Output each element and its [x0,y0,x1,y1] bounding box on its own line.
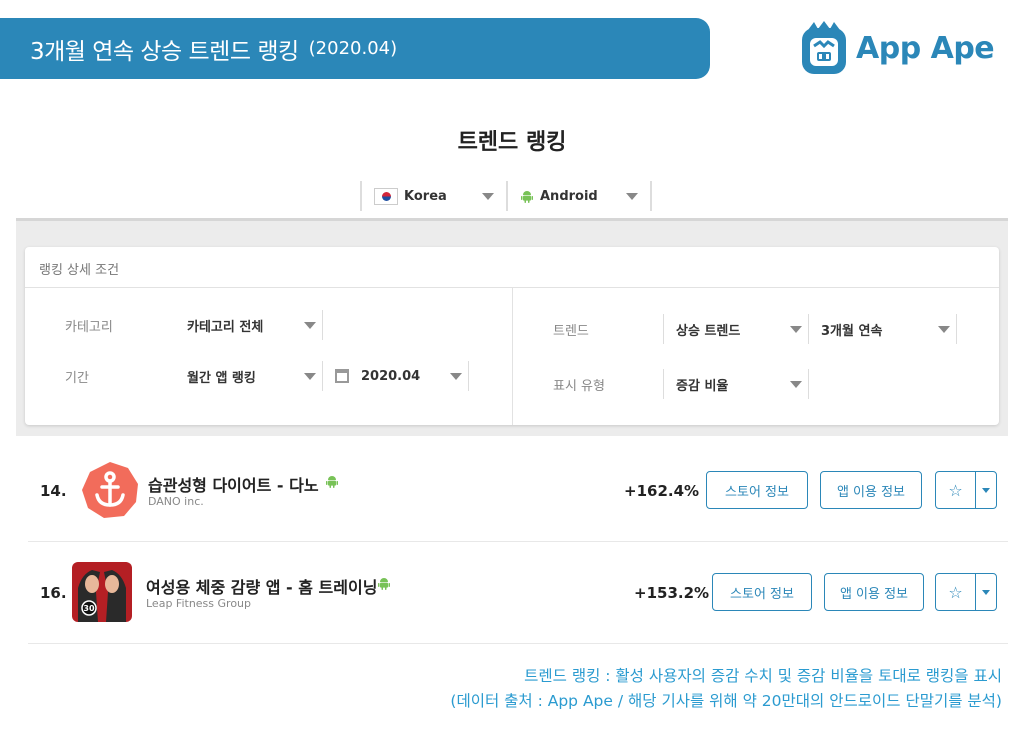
date-select[interactable]: 2020.04 [323,361,469,391]
filter-panel-title: 랭킹 상세 조건 [25,247,999,288]
dano-app-icon[interactable] [80,460,140,520]
period-select[interactable]: 월간 앱 랭킹 [175,361,323,391]
store-info-button[interactable]: 스토어 정보 [712,573,812,611]
chevron-down-icon [982,589,990,595]
star-icon[interactable]: ☆ [936,472,976,508]
android-icon [521,191,533,203]
favorite-button[interactable]: ☆ [935,573,997,611]
ranking-row: 14. 습관성형 다이어트 - 다노 DANO inc. +162.4% 스토어… [28,440,1008,542]
category-select-value: 카테고리 전체 [187,319,264,335]
app-usage-info-button[interactable]: 앱 이용 정보 [820,471,922,509]
star-icon[interactable]: ☆ [936,574,976,610]
chevron-down-icon [304,321,316,329]
app-name[interactable]: 여성용 체중 감량 앱 - 홈 트레이닝 [146,574,377,598]
trend-select[interactable]: 상승 트렌드 [663,314,809,344]
app-ape-logo: App Ape [800,20,995,76]
footnote-line-1: 트렌드 랭킹 : 활성 사용자의 증감 수치 및 증감 비율을 토대로 랭킹을 … [524,667,1002,685]
growth-rate: +153.2% [634,584,710,602]
calendar-icon [335,369,349,383]
store-info-button[interactable]: 스토어 정보 [706,471,808,509]
filter-panel: 랭킹 상세 조건 카테고리 카테고리 전체 기간 월간 앱 랭킹 2020.04 [25,247,999,425]
rank-number: 16. [40,584,67,602]
category-label: 카테고리 [65,319,113,335]
category-select[interactable]: 카테고리 전체 [175,310,323,340]
android-icon [326,476,338,488]
chevron-down-icon [304,372,316,380]
logo-text: App Ape [856,30,995,66]
header-banner: 3개월 연속 상승 트렌드 랭킹 (2020.04) [0,18,710,79]
period-label: 기간 [65,370,89,386]
country-select[interactable]: Korea [360,181,506,211]
display-type-value: 증감 비율 [676,378,729,394]
korea-flag-icon [374,187,398,205]
display-type-filter-row: 표시 유형 증감 비율 [553,369,809,399]
chevron-down-icon [790,380,802,388]
trend-duration-select[interactable]: 3개월 연속 [809,314,957,344]
country-select-label: Korea [404,188,447,204]
date-select-value: 2020.04 [361,368,421,384]
app-name[interactable]: 습관성형 다이어트 - 다노 [148,472,319,496]
ranking-row: 16. 30 여성용 체중 감량 앱 - 홈 트레이닝 Leap Fitness… [28,542,1008,644]
trend-filter-row: 트렌드 상승 트렌드 3개월 연속 [553,314,957,344]
footnote-line-2: (데이터 출처 : App Ape / 해당 기사를 위해 약 20만대의 안드… [450,692,1002,710]
fitness-app-icon[interactable]: 30 [72,562,132,622]
app-developer: Leap Fitness Group [146,597,252,610]
ape-logo-icon [802,21,846,74]
display-type-label: 표시 유형 [553,378,605,394]
chevron-down-icon [790,325,802,333]
growth-rate: +162.4% [624,482,700,500]
os-select[interactable]: Android [506,181,652,211]
app-usage-info-button[interactable]: 앱 이용 정보 [824,573,924,611]
banner-date: (2020.04) [308,38,398,59]
banner-title: 3개월 연속 상승 트렌드 랭킹 [30,38,299,65]
period-select-value: 월간 앱 랭킹 [187,370,256,386]
footnote: 트렌드 랭킹 : 활성 사용자의 증감 수치 및 증감 비율을 토대로 랭킹을 … [450,664,1002,714]
os-select-label: Android [540,188,598,204]
android-icon [378,578,390,590]
app-developer: DANO inc. [148,495,204,508]
chevron-down-icon [482,192,494,200]
favorite-dropdown[interactable] [976,574,996,610]
favorite-button[interactable]: ☆ [935,471,997,509]
display-type-select[interactable]: 증감 비율 [663,369,809,399]
favorite-dropdown[interactable] [976,472,996,508]
chevron-down-icon [982,487,990,493]
svg-text:30: 30 [83,604,95,613]
trend-select-value: 상승 트렌드 [676,323,741,339]
chevron-down-icon [450,372,462,380]
chevron-down-icon [626,192,638,200]
region-os-selectors: Korea Android [360,181,652,211]
panel-divider [512,288,513,425]
page-title: 트렌드 랭킹 [457,130,567,155]
chevron-down-icon [938,325,950,333]
category-filter-row: 카테고리 카테고리 전체 [65,310,323,340]
trend-duration-value: 3개월 연속 [821,323,883,339]
rank-number: 14. [40,482,67,500]
period-filter-row: 기간 월간 앱 랭킹 2020.04 [65,361,469,391]
page: 3개월 연속 상승 트렌드 랭킹 (2020.04) App Ape 트렌드 랭… [0,0,1024,729]
trend-label: 트렌드 [553,323,589,339]
